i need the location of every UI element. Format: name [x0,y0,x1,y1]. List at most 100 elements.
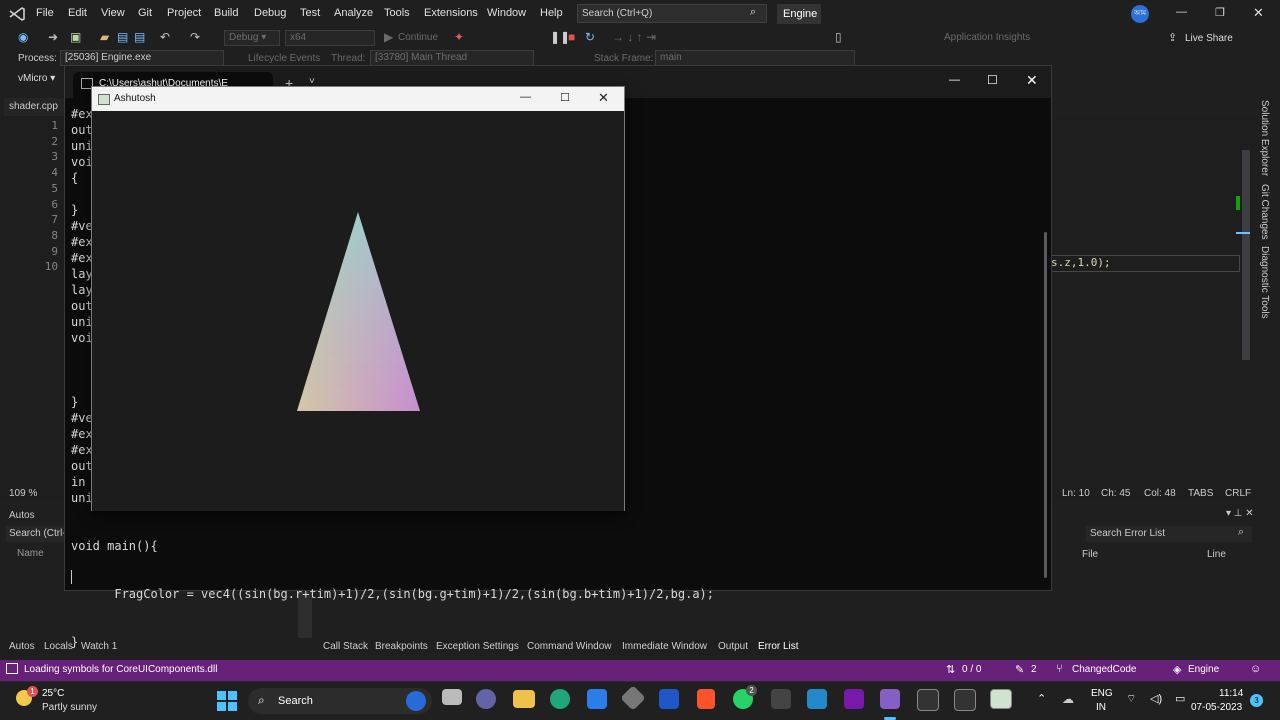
taskbar-search[interactable]: ⌕ Search [248,688,432,714]
menu-edit[interactable]: Edit [68,7,87,19]
menu-test[interactable]: Test [300,7,320,19]
autos-search[interactable]: Search (Ctrl- [6,526,66,542]
console-minimize-icon[interactable]: — [949,74,960,86]
changes-count[interactable]: 2 [1031,664,1037,675]
pin-icon[interactable]: ▾ ⊥ ✕ [1226,508,1254,519]
battery-icon[interactable]: ▭ [1175,692,1185,705]
stackframe-dropdown[interactable]: main [655,50,855,66]
notification-icon[interactable] [6,663,18,674]
gl-minimize-icon[interactable]: — [520,91,531,103]
app-icon-blue[interactable] [659,689,679,709]
process-dropdown[interactable]: [25036] Engine.exe [60,50,224,66]
volume-icon[interactable]: ◁) [1150,692,1162,705]
stop-icon[interactable]: ■ [568,30,575,44]
debug-console-icon[interactable] [917,689,939,711]
file-explorer-icon[interactable] [513,690,535,708]
platform-dropdown[interactable]: x64 [285,30,375,46]
notification-badge[interactable]: 3 [1250,694,1263,707]
app-icon-triangle[interactable] [771,689,791,709]
continue-button[interactable]: Continue [398,32,438,43]
menu-view[interactable]: View [101,7,125,19]
menu-build[interactable]: Build [214,7,238,19]
terminal-icon[interactable] [954,689,976,711]
bookmark-icon[interactable]: ▯ [835,30,842,44]
tab-autos[interactable]: Autos [9,641,35,652]
unity-icon[interactable] [620,685,646,711]
start-icon[interactable] [217,691,237,711]
app-insights-button[interactable]: Application Insights [944,32,1030,43]
step-icons[interactable]: → ↓ ↑ ⇥ [612,30,656,44]
open-folder-icon[interactable]: ▰ [100,30,109,44]
console-maximize-icon[interactable]: ☐ [987,73,998,87]
scroll-thumb[interactable] [1242,150,1250,360]
repo-name[interactable]: Engine [1188,664,1219,675]
redo-icon[interactable]: ↷ [190,30,200,44]
solution-explorer-tab[interactable]: Solution Explorer [1259,100,1270,176]
save-all-icon[interactable]: ▤ [134,30,145,44]
menu-window[interactable]: Window [487,7,526,19]
menu-project[interactable]: Project [167,7,201,19]
opengl-app-icon[interactable] [990,689,1012,709]
console-scrollbar[interactable] [1044,232,1047,578]
language-eng[interactable]: ENG [1091,688,1113,699]
menu-tools[interactable]: Tools [384,7,410,19]
git-changes-tab[interactable]: Git Changes [1259,184,1270,240]
live-share-icon[interactable]: ⇪ [1168,31,1177,44]
tabs-indicator[interactable]: TABS [1188,488,1213,499]
continue-play-icon[interactable]: ▶ [384,30,393,44]
menu-debug[interactable]: Debug [254,7,286,19]
clock-time[interactable]: 11:14 [1219,688,1243,699]
error-list-search[interactable]: Search Error List ⌕ [1086,526,1252,542]
visual-studio-icon[interactable] [880,689,900,709]
branch-name[interactable]: ChangedCode [1072,664,1137,675]
account-avatar[interactable]: আম [1131,5,1149,23]
teams-icon[interactable] [476,689,496,709]
save-icon[interactable]: ▤ [117,30,128,44]
menu-help[interactable]: Help [540,7,563,19]
search-box[interactable]: Search (Ctrl+Q) ⌕ [577,4,767,23]
tray-chevron-icon[interactable]: ⌃ [1037,692,1046,705]
tab-output[interactable]: Output [718,641,748,652]
config-dropdown[interactable]: Debug ▾ [224,30,280,46]
menu-file[interactable]: File [36,7,54,19]
forward-icon[interactable]: ➜ [48,30,58,44]
new-file-icon[interactable]: ▣ [70,30,81,44]
error-count[interactable]: 0 / 0 [962,664,981,675]
brave-icon[interactable] [697,689,715,709]
tab-error-list[interactable]: Error List [758,641,799,652]
console-close-icon[interactable]: ✕ [1026,72,1038,89]
scope-dropdown[interactable]: vMicro ▾ [18,73,55,84]
gl-maximize-icon[interactable]: ☐ [560,91,570,104]
onedrive-icon[interactable]: ☁ [1062,692,1074,706]
gl-close-icon[interactable]: ✕ [598,90,609,106]
vscode-icon[interactable] [807,689,827,709]
thread-dropdown[interactable]: [33780] Main Thread [370,50,534,66]
weather-temp[interactable]: 25°C [42,688,64,699]
onenote-icon[interactable] [844,689,864,709]
close-icon[interactable]: ✕ [1253,5,1264,21]
back-icon[interactable]: ◉ [18,30,28,44]
menu-analyze[interactable]: Analyze [334,7,373,19]
store-icon[interactable] [587,689,607,709]
feedback-icon[interactable]: ☺ [1250,663,1261,675]
menu-git[interactable]: Git [138,7,152,19]
file-tab-shader[interactable]: shader.cpp [4,98,64,116]
restart-icon[interactable]: ↻ [585,30,595,44]
editor-scrollbar[interactable] [1236,116,1252,488]
render-canvas[interactable] [92,111,624,511]
hot-reload-icon[interactable]: ✦ [454,30,464,44]
minimize-icon[interactable]: — [1176,6,1187,18]
lifecycle-events-button[interactable]: Lifecycle Events [248,53,320,64]
crlf-indicator[interactable]: CRLF [1225,488,1251,499]
zoom-level[interactable]: 109 % [9,488,37,499]
menu-extensions[interactable]: Extensions [424,7,478,19]
live-share-button[interactable]: Live Share [1185,33,1233,44]
diagnostic-tools-tab[interactable]: Diagnostic Tools [1259,246,1270,319]
vs-logo-icon[interactable] [8,6,26,22]
tab-locals[interactable]: Locals [44,641,73,652]
restore-icon[interactable]: ❐ [1215,6,1225,19]
task-view-icon[interactable] [442,689,462,705]
edge-icon[interactable] [550,689,570,709]
undo-icon[interactable]: ↶ [160,30,170,44]
wifi-icon[interactable]: ⌔ [1126,692,1136,706]
